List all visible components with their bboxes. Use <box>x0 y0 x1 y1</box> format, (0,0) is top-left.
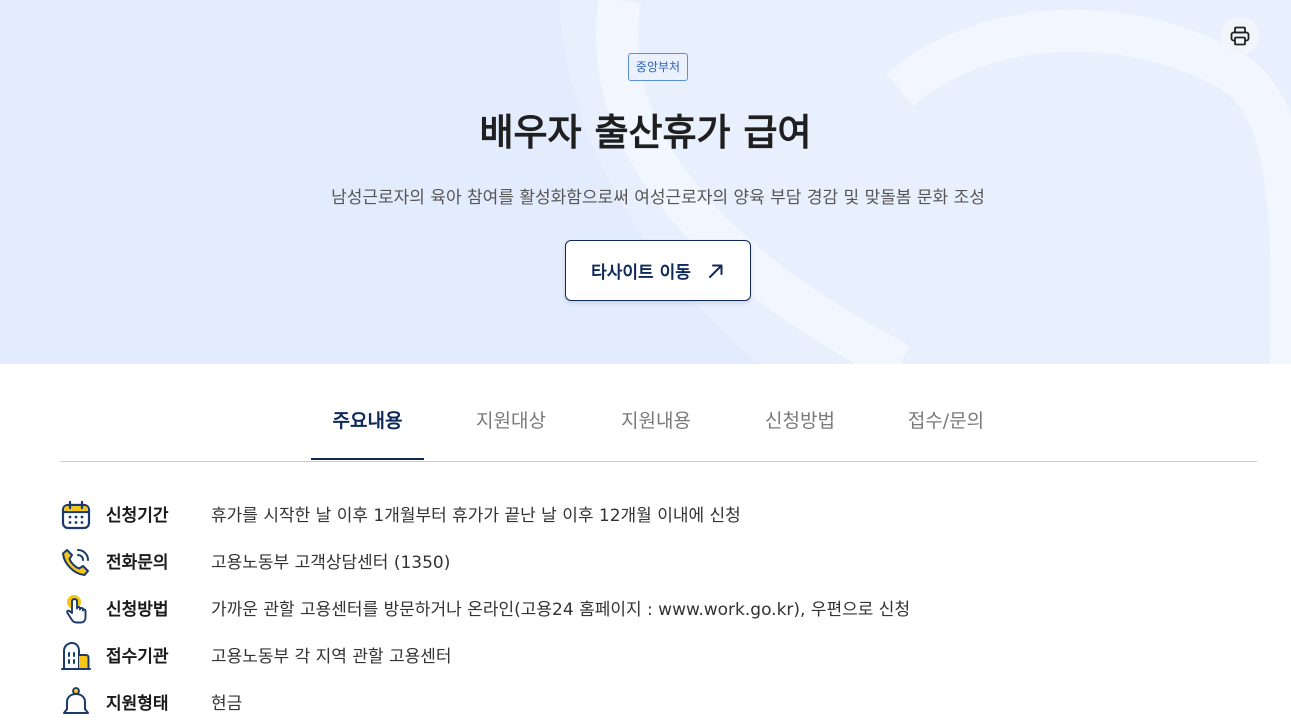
hand-pointer-icon <box>66 595 87 624</box>
info-row-phone-inquiry: 전화문의 고용노동부 고객상담센터 (1350) <box>60 546 1250 582</box>
tab-main-content[interactable]: 주요내용 <box>311 392 424 460</box>
tab-contact[interactable]: 접수/문의 <box>893 392 999 460</box>
info-label: 전화문의 <box>106 553 169 573</box>
arrow-up-right-icon <box>708 264 723 278</box>
info-label: 신청기간 <box>106 506 169 526</box>
tab-support-content[interactable]: 지원내용 <box>605 392 707 460</box>
hero-section: 중앙부처 배우자 출산휴가 급여 남성근로자의 육아 참여를 활성화함으로써 여… <box>0 0 1291 364</box>
tab-eligibility[interactable]: 지원대상 <box>460 392 562 460</box>
info-row-support-type: 지원형태 현금 <box>60 687 1250 723</box>
print-button[interactable] <box>1221 17 1259 55</box>
page-subtitle: 남성근로자의 육아 참여를 활성화함으로써 여성근로자의 양육 부담 경감 및 … <box>331 188 985 208</box>
phone-icon <box>62 549 89 576</box>
external-site-button[interactable]: 타사이트 이동 <box>565 240 751 301</box>
tab-application-method[interactable]: 신청방법 <box>749 392 851 460</box>
info-label: 지원형태 <box>106 694 169 714</box>
external-site-button-label: 타사이트 이동 <box>591 263 691 283</box>
info-row-application-period: 신청기간 휴가를 시작한 날 이후 1개월부터 휴가가 끝난 날 이후 12개월… <box>60 499 1250 535</box>
printer-icon <box>1230 26 1250 46</box>
info-value: 가까운 관할 고용센터를 방문하거나 온라인(고용24 홈페이지 : www.w… <box>211 600 911 620</box>
info-label: 신청방법 <box>106 600 169 620</box>
content-tabs: 주요내용 지원대상 지원내용 신청방법 접수/문의 <box>60 392 1257 462</box>
info-value: 현금 <box>211 694 243 714</box>
info-value: 휴가를 시작한 날 이후 1개월부터 휴가가 끝난 날 이후 12개월 이내에 … <box>211 506 741 526</box>
page-title: 배우자 출산휴가 급여 <box>479 111 812 154</box>
info-row-application-method: 신청방법 가까운 관할 고용센터를 방문하거나 온라인(고용24 홈페이지 : … <box>60 593 1250 629</box>
info-value: 고용노동부 각 지역 관할 고용센터 <box>211 647 452 667</box>
category-badge: 중앙부처 <box>628 53 688 81</box>
bell-icon <box>63 687 89 714</box>
calendar-icon <box>61 500 91 530</box>
info-label: 접수기관 <box>106 647 169 667</box>
building-icon <box>61 642 91 670</box>
info-row-receiving-agency: 접수기관 고용노동부 각 지역 관할 고용센터 <box>60 640 1250 676</box>
info-value: 고용노동부 고객상담센터 (1350) <box>211 553 451 573</box>
